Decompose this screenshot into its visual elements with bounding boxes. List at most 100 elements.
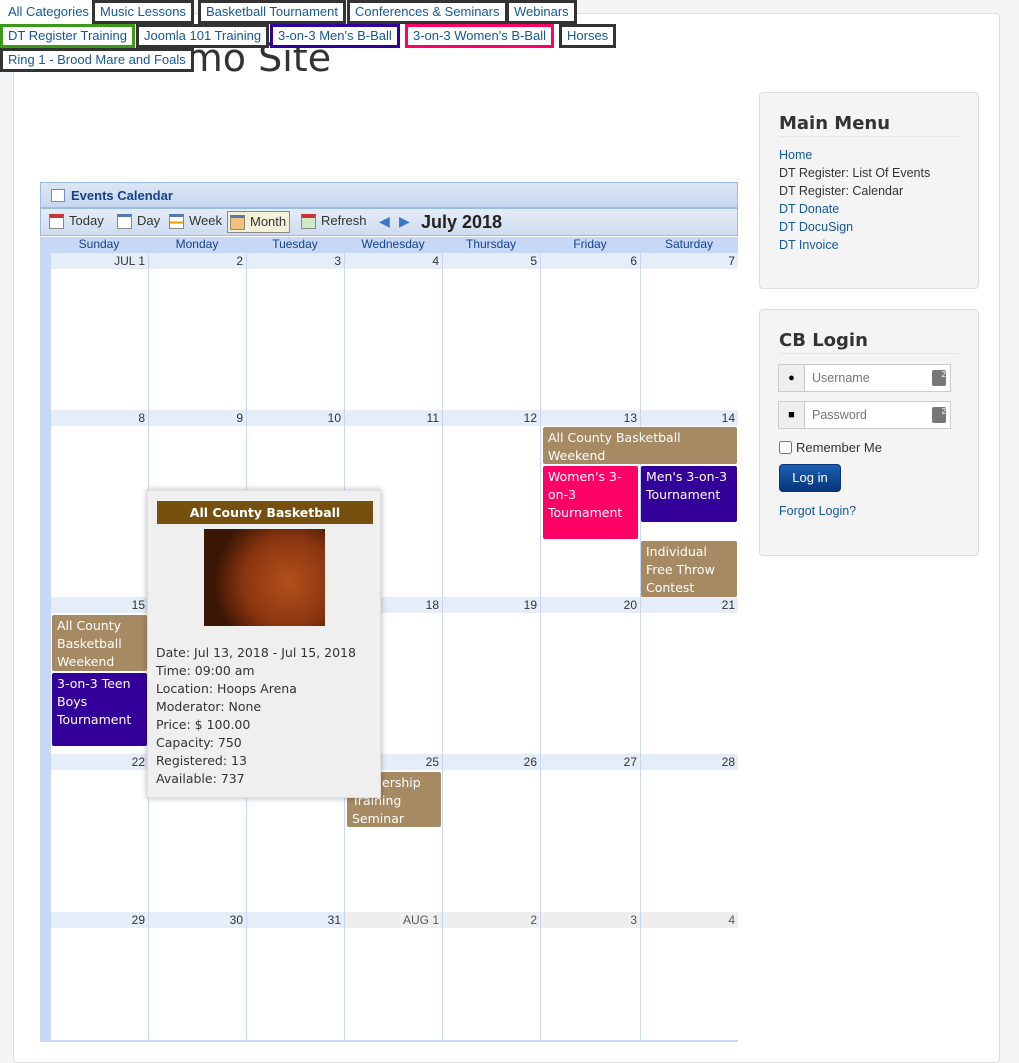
calendar-event[interactable]: Individual Free Throw Contest [641,541,737,597]
day-cell[interactable]: 26 [442,754,540,912]
tooltip-line: Capacity: 750 [156,735,242,750]
main-menu-panel: Main Menu Home DT Register: List Of Event… [759,92,979,289]
forgot-login-link[interactable]: Forgot Login? [779,504,856,518]
calendar-title-bar: Events Calendar [40,182,738,208]
calendar-event[interactable]: 3-on-3 Teen Boys Tournament [52,673,147,746]
category-tab[interactable]: Music Lessons [92,0,194,24]
menu-item[interactable]: DT Register: List Of Events [779,164,930,182]
category-tab[interactable]: DT Register Training [0,24,135,48]
menu-item[interactable]: DT DocuSign [779,218,930,236]
day-cell[interactable]: 6 [540,253,640,410]
day-number: 4 [641,912,738,928]
day-cell[interactable]: 22 [50,754,148,912]
weekday-header: Thursday [465,237,517,251]
event-tooltip: All County Basketball Weekend Date: Jul … [147,490,381,798]
weekday-header: Friday [573,237,607,251]
category-tab[interactable]: Conferences & Seminars [347,0,508,24]
remember-me[interactable]: Remember Me [779,440,882,455]
day-cell[interactable]: 19 [442,597,540,754]
menu-item[interactable]: DT Donate [779,200,930,218]
category-tab[interactable]: Horses [559,24,617,48]
day-number: 6 [541,253,640,269]
password-input[interactable] [806,402,926,428]
refresh-button[interactable]: Refresh [299,211,367,233]
menu-item[interactable]: DT Register: Calendar [779,182,930,200]
day-cell[interactable]: 30 [148,912,246,1040]
day-cell[interactable]: 2 [442,912,540,1040]
day-cell[interactable]: 2 [148,253,246,410]
remember-me-checkbox[interactable] [779,441,792,454]
calendar-toolbar: Today Day Week Month Refresh ◀ ▶ July 20… [40,208,738,236]
event-title: All County Basketball Weekend [548,430,681,463]
day-cell[interactable]: 3 [246,253,344,410]
day-cell[interactable]: AUG 1 [344,912,442,1040]
day-cell[interactable]: 27 [540,754,640,912]
event-title: 3-on-3 Teen Boys Tournament [57,676,132,727]
day-number: 9 [149,410,246,426]
day-cell[interactable]: 4 [344,253,442,410]
prev-month-icon[interactable]: ◀ [379,213,390,230]
day-cell[interactable]: 5 [442,253,540,410]
day-number: AUG 1 [345,912,442,928]
day-label: Day [137,213,161,228]
day-number: 31 [247,912,344,928]
login-button[interactable]: Log in [779,464,841,492]
month-view-button[interactable]: Month [227,211,291,233]
category-tab[interactable]: 3-on-3 Men's B-Ball [270,24,400,48]
day-cell[interactable]: 8 [50,410,148,597]
day-number: 2 [443,912,540,928]
tooltip-details: Date: Jul 13, 2018 - Jul 15, 2018 Time: 0… [156,644,356,788]
day-number: 12 [443,410,540,426]
user-icon: ● [779,365,805,391]
category-tab[interactable]: 3-on-3 Women's B-Ball [405,24,555,48]
calendar-icon [51,189,65,202]
today-button[interactable]: Today [47,211,104,233]
calendar-event[interactable]: Women's 3-on-3 Tournament [543,466,638,539]
weekday-header: Saturday [664,237,714,251]
tooltip-title: All County Basketball Weekend [157,501,373,543]
calendar-title: Events Calendar [71,188,173,203]
day-cell[interactable]: 3 [540,912,640,1040]
category-tab[interactable]: Ring 1 - Brood Mare and Foals [0,48,194,72]
day-cell[interactable]: 29 [50,912,148,1040]
day-cell[interactable]: 28 [640,754,738,912]
day-number: 10 [247,410,344,426]
password-manager-icon[interactable]: 2 [932,370,946,386]
day-cell[interactable]: 31 [246,912,344,1040]
category-tab[interactable]: Webinars [506,0,577,24]
day-number: 21 [641,597,738,613]
day-number: 27 [541,754,640,770]
month-label-btn: Month [250,214,287,229]
lock-icon: ■ [779,402,805,428]
weekday-header: Wednesday [361,237,425,251]
username-input[interactable] [806,365,926,391]
today-label: Today [69,213,104,228]
day-cell[interactable]: 4 [640,912,738,1040]
calendar-event[interactable]: All County Basketball Weekend [543,427,737,464]
day-cell[interactable]: JUL 1 [50,253,148,410]
day-cell[interactable]: 7 [640,253,738,410]
next-month-icon[interactable]: ▶ [399,213,410,230]
day-cell[interactable]: 20 [540,597,640,754]
week-view-button[interactable]: Week [167,211,222,233]
day-number: 3 [247,253,344,269]
category-tab[interactable]: Joomla 101 Training [136,24,270,48]
main-menu-title: Main Menu [779,113,959,137]
day-number: 20 [541,597,640,613]
day-cell[interactable]: 21 [640,597,738,754]
calendar-event[interactable]: Men's 3-on-3 Tournament [641,466,737,522]
basketball-image [204,529,325,626]
day-view-button[interactable]: Day [115,211,160,233]
password-field-group: ■ 2 [778,401,951,429]
category-tab[interactable]: Basketball Tournament [198,0,347,24]
password-manager-icon[interactable]: 2 [932,407,946,423]
menu-item[interactable]: DT Invoice [779,236,930,254]
menu-item[interactable]: Home [779,146,930,164]
weekday-header: Monday [175,237,219,251]
tooltip-line: Price: $ 100.00 [156,717,251,732]
tooltip-line: Time: 09:00 am [156,663,255,678]
day-icon [117,214,132,229]
calendar-event[interactable]: All County Basketball Weekend [52,615,147,671]
day-cell[interactable]: 12 [442,410,540,597]
category-tab[interactable]: All Categories [0,0,97,24]
